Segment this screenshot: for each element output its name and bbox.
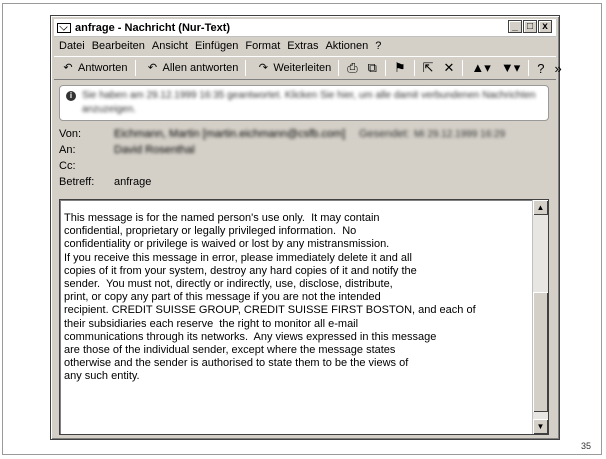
scroll-up-button[interactable]: ▲: [533, 200, 548, 215]
menu-datei[interactable]: Datei: [59, 40, 85, 52]
message-header: Von: Eichmann, Martin [martin.eichmann@c…: [59, 126, 549, 206]
caption-buttons: _ □ x: [507, 20, 552, 33]
delete-icon[interactable]: ✕: [444, 60, 455, 76]
window-title: anfrage - Nachricht (Nur-Text): [75, 21, 231, 34]
menu-ansicht[interactable]: Ansicht: [152, 40, 188, 52]
from-row: Von: Eichmann, Martin [martin.eichmann@c…: [59, 128, 345, 142]
toolbar: ↶ Antworten ↶ Allen antworten ↷ Weiterle…: [54, 56, 562, 80]
close-button[interactable]: x: [538, 20, 552, 33]
maximize-button[interactable]: □: [523, 20, 537, 33]
forward-label: Weiterleiten: [273, 62, 332, 74]
menu-format[interactable]: Format: [245, 40, 280, 52]
minimize-button[interactable]: _: [508, 20, 522, 33]
to-value[interactable]: David Rosenthal: [114, 144, 195, 158]
info-bar[interactable]: i Sie haben am 29.12.1999 16:35 geantwor…: [59, 85, 549, 121]
reply-all-icon: ↶: [147, 61, 158, 74]
reply-all-button[interactable]: ↶ Allen antworten: [145, 61, 239, 75]
toolbar-separator: [338, 60, 340, 76]
slide-number: 35: [581, 441, 592, 451]
info-bar-text-continued: anzuzeigen.: [82, 104, 136, 115]
cc-row: Cc:: [59, 160, 114, 174]
forward-button[interactable]: ↷ Weiterleiten: [255, 61, 332, 75]
outlook-message-window: anfrage - Nachricht (Nur-Text) _ □ x Dat…: [50, 15, 562, 440]
flag-icon[interactable]: ⚑: [394, 60, 406, 76]
from-label: Von:: [59, 128, 82, 140]
toolbar-separator: [462, 60, 464, 76]
message-body-text: This message is for the named person's u…: [64, 212, 476, 383]
sent-label: Gesendet:: [359, 128, 410, 140]
envelope-icon: [57, 22, 71, 33]
menu-help[interactable]: ?: [375, 40, 381, 52]
info-bar-text: Sie haben am 29.12.1999 16:35 geantworte…: [82, 90, 536, 101]
from-value[interactable]: Eichmann, Martin [martin.eichmann@csfb.c…: [114, 128, 345, 142]
menu-extras[interactable]: Extras: [287, 40, 318, 52]
help-icon[interactable]: ?: [537, 61, 544, 76]
toolbar-separator: [134, 60, 136, 76]
subject-row: Betreff: anfrage: [59, 176, 151, 190]
move-to-folder-icon[interactable]: ⇱: [423, 60, 434, 76]
info-icon: i: [66, 91, 76, 101]
previous-item-icon[interactable]: ▲▾: [471, 60, 490, 76]
print-icon[interactable]: ⎙: [347, 60, 357, 76]
next-item-icon[interactable]: ▼▾: [501, 60, 520, 76]
forward-icon: ↷: [258, 61, 268, 74]
subject-value[interactable]: anfrage: [114, 176, 151, 190]
menu-aktionen[interactable]: Aktionen: [325, 40, 368, 52]
message-body[interactable]: This message is for the named person's u…: [59, 199, 549, 435]
toolbar-separator: [528, 60, 530, 76]
cc-label: Cc:: [59, 160, 76, 172]
reply-button[interactable]: ↶ Antworten: [60, 61, 128, 75]
sent-value: Mi 29.12.1999 16:29: [414, 129, 506, 140]
toolbar-separator: [384, 60, 386, 76]
menu-einfuegen[interactable]: Einfügen: [195, 40, 238, 52]
toolbar-separator: [245, 60, 247, 76]
to-label: An:: [59, 144, 76, 156]
toolbar-overflow-icon[interactable]: »: [554, 61, 561, 76]
toolbar-separator: [413, 60, 415, 76]
vertical-scrollbar[interactable]: ▲ ▼: [532, 200, 548, 434]
copy-icon[interactable]: ⧉: [368, 60, 377, 76]
reply-icon: ↶: [63, 61, 73, 74]
menu-bar: Datei Bearbeiten Ansicht Einfügen Format…: [55, 38, 555, 54]
reply-label: Antworten: [78, 62, 128, 74]
subject-label: Betreff:: [59, 176, 95, 188]
menu-bearbeiten[interactable]: Bearbeiten: [92, 40, 145, 52]
scroll-down-button[interactable]: ▼: [533, 419, 548, 434]
title-bar[interactable]: anfrage - Nachricht (Nur-Text) _ □ x: [54, 19, 556, 37]
scroll-thumb[interactable]: [533, 292, 548, 412]
reply-all-label: Allen antworten: [162, 62, 239, 74]
to-row: An: David Rosenthal: [59, 144, 195, 158]
